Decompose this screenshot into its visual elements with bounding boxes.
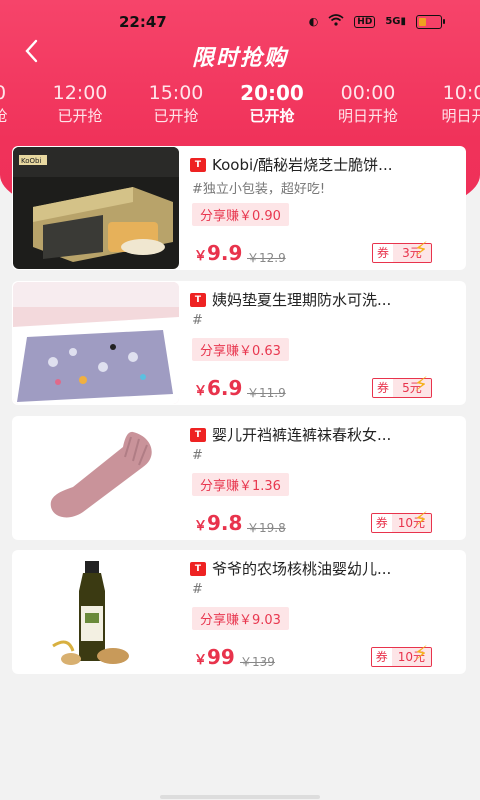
- tmall-icon: T: [190, 561, 206, 576]
- tab-12-00[interactable]: 12:00 已开抢: [32, 80, 128, 126]
- home-indicator: [160, 795, 320, 799]
- price-value: 9.9: [207, 241, 243, 265]
- price-currency: ￥: [194, 384, 208, 399]
- coupon-label: 券: [371, 648, 392, 666]
- original-price: ￥139: [240, 655, 275, 669]
- time-tabs: 0 抢 12:00 已开抢 15:00 已开抢 20:00 已开抢 00:00 …: [0, 80, 480, 132]
- product-price: ￥9.8: [194, 511, 242, 535]
- product-image: [13, 417, 179, 539]
- battery-icon: [416, 14, 445, 29]
- product-price: ￥6.9: [194, 376, 242, 400]
- product-image: [13, 551, 179, 673]
- tab-status: 已开抢: [249, 107, 295, 125]
- product-title: Koobi/酷秘岩烧芝士脆饼...: [212, 156, 393, 174]
- lightning-icon: ⚡: [413, 237, 428, 261]
- coupon-label: 券: [372, 379, 393, 397]
- product-card[interactable]: KoObi T Koobi/酷秘岩烧芝士脆饼... #独立小包装，超好吃! 分享…: [12, 146, 466, 270]
- price-currency: ￥: [194, 653, 208, 668]
- title-row: T 爷爷的农场核桃油婴幼儿...: [190, 558, 458, 579]
- product-desc: #: [192, 582, 203, 597]
- product-card[interactable]: T 爷爷的农场核桃油婴幼儿... # 分享赚￥9.03 ￥99 ￥139 券 1…: [12, 550, 466, 674]
- wifi-icon: [328, 14, 344, 29]
- hd-badge: HD: [354, 15, 376, 28]
- status-time: 22:47: [119, 13, 167, 31]
- tab-status: 已开抢: [153, 107, 199, 125]
- vibrate-icon: ◐: [308, 15, 319, 28]
- product-image: [13, 282, 179, 404]
- svg-text:KoObi: KoObi: [21, 157, 41, 165]
- product-title: 爷爷的农场核桃油婴幼儿...: [212, 560, 392, 578]
- product-price: ￥9.9: [194, 241, 242, 265]
- share-earn-tag[interactable]: 分享赚￥0.90: [192, 203, 289, 226]
- price-value: 6.9: [207, 376, 243, 400]
- tab-00-00[interactable]: 00:00 明日开抢: [320, 80, 416, 126]
- share-earn-tag[interactable]: 分享赚￥0.63: [192, 338, 289, 361]
- product-title: 婴儿开裆裤连裤袜春秋女...: [212, 426, 392, 444]
- title-row: T Koobi/酷秘岩烧芝士脆饼...: [190, 154, 458, 175]
- signal-icon: 5G▮: [385, 16, 406, 27]
- original-price: ￥12.9: [247, 251, 286, 265]
- tmall-icon: T: [190, 157, 206, 172]
- product-info: T 爷爷的农场核桃油婴幼儿... # 分享赚￥9.03 ￥99 ￥139 券 1…: [190, 550, 466, 674]
- price-currency: ￥: [194, 519, 208, 534]
- tab-time: 20:00: [240, 81, 304, 105]
- tab-10-00[interactable]: 10:0 明日开: [416, 80, 480, 126]
- product-title: 姨妈垫夏生理期防水可洗...: [212, 291, 392, 309]
- tab-status: 明日开: [441, 107, 480, 125]
- tab-20-00[interactable]: 20:00 已开抢: [224, 80, 320, 126]
- original-price: ￥19.8: [247, 521, 286, 535]
- product-desc: #: [192, 313, 203, 328]
- page-title: 限时抢购: [191, 46, 288, 71]
- title-row: T 姨妈垫夏生理期防水可洗...: [190, 289, 458, 310]
- product-price: ￥99: [194, 645, 235, 669]
- share-earn-tag[interactable]: 分享赚￥1.36: [192, 473, 289, 496]
- lightning-icon: ⚡: [413, 507, 428, 531]
- product-card[interactable]: T 姨妈垫夏生理期防水可洗... # 分享赚￥0.63 ￥6.9 ￥11.9 券…: [12, 281, 466, 405]
- price-currency: ￥: [194, 249, 208, 264]
- price-value: 9.8: [207, 511, 243, 535]
- product-info: T 姨妈垫夏生理期防水可洗... # 分享赚￥0.63 ￥6.9 ￥11.9 券…: [190, 281, 466, 405]
- nav-bar: 限时抢购: [0, 30, 480, 80]
- tab-time: 00:00: [340, 82, 396, 104]
- network-label: 5G: [385, 16, 401, 27]
- original-price: ￥11.9: [247, 386, 286, 400]
- share-earn-tag[interactable]: 分享赚￥9.03: [192, 607, 289, 630]
- product-card[interactable]: T 婴儿开裆裤连裤袜春秋女... # 分享赚￥1.36 ￥9.8 ￥19.8 券…: [12, 416, 466, 540]
- tab-status: 已开抢: [57, 107, 103, 125]
- tab-15-00[interactable]: 15:00 已开抢: [128, 80, 224, 126]
- tab-time: 10:0: [442, 82, 480, 104]
- product-desc: #独立小包装，超好吃!: [192, 182, 326, 197]
- tmall-icon: T: [190, 427, 206, 442]
- product-info: T 婴儿开裆裤连裤袜春秋女... # 分享赚￥1.36 ￥9.8 ￥19.8 券…: [190, 416, 466, 540]
- tmall-icon: T: [190, 292, 206, 307]
- product-desc: #: [192, 448, 203, 463]
- coupon-label: 券: [371, 514, 392, 532]
- title-row: T 婴儿开裆裤连裤袜春秋女...: [190, 424, 458, 445]
- status-icons: ◐ HD 5G▮: [308, 14, 445, 29]
- lightning-icon: ⚡: [413, 372, 428, 396]
- lightning-icon: ⚡: [413, 641, 428, 665]
- product-info: T Koobi/酷秘岩烧芝士脆饼... #独立小包装，超好吃! 分享赚￥0.90…: [190, 146, 466, 270]
- tab-time: 12:00: [52, 82, 108, 104]
- price-value: 99: [207, 645, 235, 669]
- tab-status: 明日开抢: [337, 107, 398, 125]
- coupon-label: 券: [372, 244, 393, 262]
- tab-time: 15:00: [148, 82, 204, 104]
- product-image: KoObi: [13, 147, 179, 269]
